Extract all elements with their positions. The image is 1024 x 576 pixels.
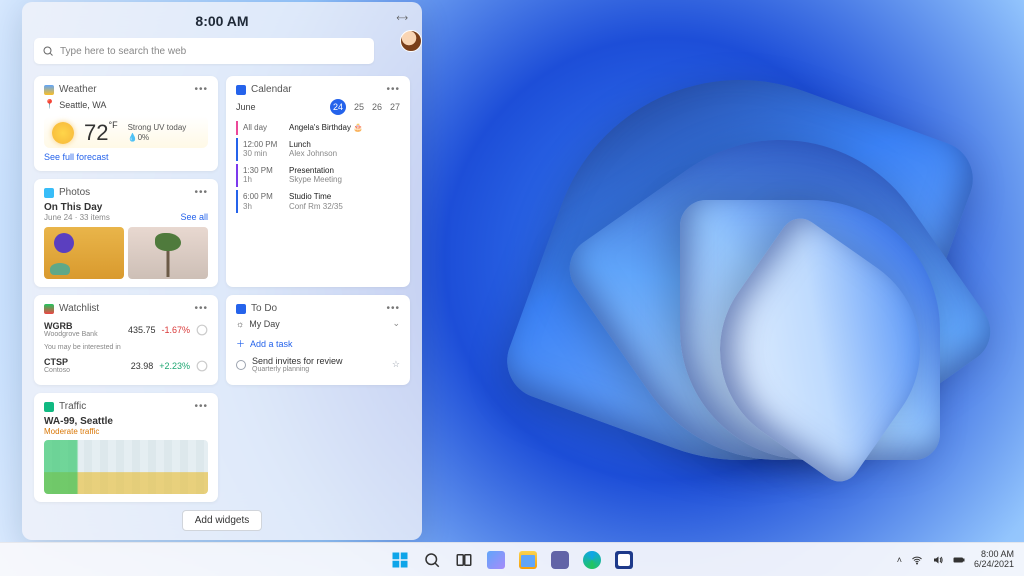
traffic-status: Moderate traffic [44,427,208,436]
traffic-map[interactable] [44,440,208,494]
weather-location: Seattle, WA [59,100,106,110]
calendar-event[interactable]: All dayAngela's Birthday 🎂 [236,121,400,135]
weather-link[interactable]: See full forecast [44,152,109,162]
battery-icon[interactable] [953,554,965,566]
taskbar-center [386,546,638,574]
plus-icon: ＋ [236,337,245,350]
store-icon[interactable] [610,546,638,574]
add-task-button[interactable]: ＋Add a task [236,334,400,353]
expand-icon[interactable]: ⤢ [394,11,409,26]
todo-card[interactable]: To Do ••• ☼ My Day ⌄ ＋Add a task Send invi… [226,295,410,385]
explorer-icon[interactable] [514,546,542,574]
weather-temp: 72°F [84,120,118,146]
photos-headline: On This Day [44,202,110,213]
star-icon[interactable]: ☆ [392,359,400,370]
tray-clock[interactable]: 8:00 AM6/24/2021 [974,550,1014,570]
todo-myday: My Day [249,319,280,329]
watchlist-more-icon[interactable]: ••• [194,303,208,314]
photo-thumb[interactable] [44,227,124,279]
traffic-route: WA-99, Seattle [44,416,208,427]
weather-title: Weather [59,84,97,95]
weather-card[interactable]: Weather ••• 📍 Seattle, WA 72°F Strong UV … [34,76,218,171]
calendar-day[interactable]: 27 [390,102,400,112]
wifi-icon[interactable] [911,554,923,566]
taskbar-search-icon[interactable] [418,546,446,574]
user-avatar[interactable] [400,30,422,52]
widgets-button[interactable] [482,546,510,574]
watchlist-row[interactable]: CTSPContoso23.98+2.23% [44,354,208,377]
search-icon [42,45,54,57]
todo-title: To Do [251,303,277,314]
photos-icon [44,188,54,198]
photo-thumb[interactable] [128,227,208,279]
panel-clock: 8:00 AM [195,13,248,29]
calendar-day[interactable]: 26 [372,102,382,112]
tray-chevron-icon[interactable]: ˄ [897,555,902,565]
calendar-title: Calendar [251,84,292,95]
calendar-day[interactable]: 24 [330,99,346,115]
task-checkbox[interactable] [236,360,246,370]
weather-cond: Strong UV today💧0% [128,123,187,144]
watchlist-title: Watchlist [59,303,99,314]
traffic-card[interactable]: Traffic ••• WA-99, Seattle Moderate traf… [34,393,218,502]
calendar-days: 24 25 26 27 [330,99,400,115]
watchlist-card[interactable]: Watchlist ••• WGRBWoodgrove Bank435.75-1… [34,295,218,385]
task-item[interactable]: Send invites for reviewQuarterly plannin… [236,353,400,376]
photos-title: Photos [59,187,90,198]
calendar-card[interactable]: Calendar ••• June 24 25 26 27 All dayAngela… [226,76,410,287]
weather-icon [44,85,54,95]
add-widgets-button[interactable]: Add widgets [182,510,262,531]
edge-icon[interactable] [578,546,606,574]
chat-icon[interactable] [546,546,574,574]
traffic-title: Traffic [59,401,86,412]
sun-outline-icon: ☼ [236,319,244,329]
todo-more-icon[interactable]: ••• [386,303,400,314]
calendar-more-icon[interactable]: ••• [386,84,400,95]
task-title: Send invites for review [252,356,343,366]
system-tray[interactable]: ˄ 8:00 AM6/24/2021 [897,550,1014,570]
photos-more-icon[interactable]: ••• [194,187,208,198]
traffic-icon [44,402,54,412]
taskbar: ˄ 8:00 AM6/24/2021 [0,542,1024,576]
calendar-event[interactable]: 1:30 PM1hPresentationSkype Meeting [236,164,400,187]
search-box[interactable] [34,38,374,64]
pin-icon: 📍 [44,99,55,110]
task-sub: Quarterly planning [252,366,343,373]
task-view-icon[interactable] [450,546,478,574]
start-button[interactable] [386,546,414,574]
chevron-down-icon[interactable]: ⌄ [392,318,400,329]
watchlist-row[interactable]: WGRBWoodgrove Bank435.75-1.67% [44,318,208,341]
sun-icon [52,122,74,144]
photos-meta: June 24 · 33 items [44,213,110,222]
todo-icon [236,304,246,314]
watchlist-icon [44,304,54,314]
volume-icon[interactable] [932,554,944,566]
weather-more-icon[interactable]: ••• [194,84,208,95]
photos-card[interactable]: Photos ••• On This Day June 24 · 33 item… [34,179,218,287]
calendar-events: All dayAngela's Birthday 🎂 12:00 PM30 min… [236,121,400,213]
photos-link[interactable]: See all [180,212,208,222]
traffic-more-icon[interactable]: ••• [194,401,208,412]
watchlist-hint: You may be interested in [44,344,208,351]
widgets-panel: 8:00 AM ⤢ Weather ••• 📍 Seattle, WA 72°F … [22,2,422,540]
calendar-icon [236,85,246,95]
calendar-event[interactable]: 12:00 PM30 minLunchAlex Johnson [236,138,400,161]
calendar-event[interactable]: 6:00 PM3hStudio TimeConf Rm 32/35 [236,190,400,213]
search-input[interactable] [60,46,366,57]
calendar-month: June [236,102,256,112]
calendar-day[interactable]: 25 [354,102,364,112]
